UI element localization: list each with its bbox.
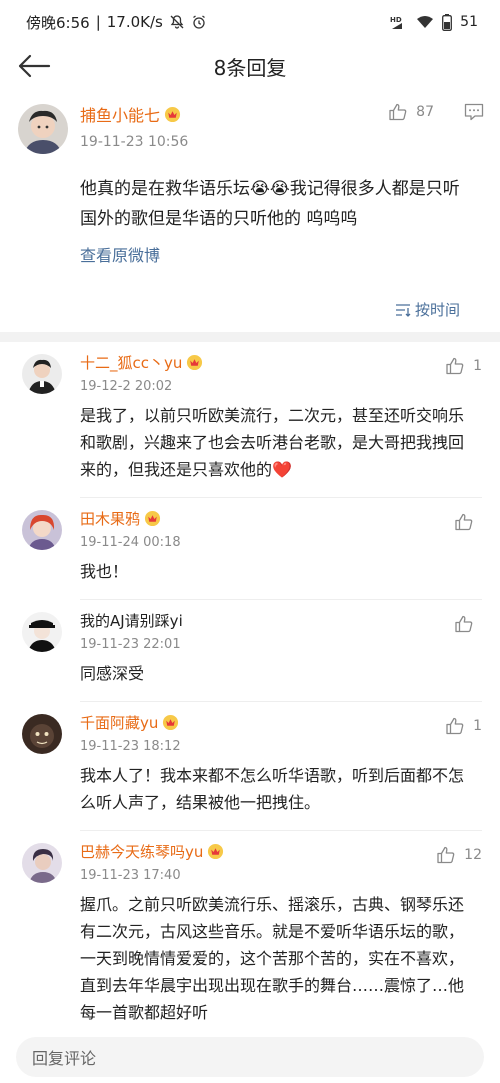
- reply-text: 我也！: [80, 562, 129, 581]
- like-button[interactable]: [454, 614, 482, 634]
- reply-text: 是我了，以前只听欧美流行，二次元，甚至还听交响乐和歌剧，兴趣来了也会去听港台老歌…: [80, 406, 465, 479]
- thumb-up-icon: [446, 357, 464, 375]
- username[interactable]: 我的AJ请别踩yi: [80, 610, 472, 631]
- root-comment: 捕鱼小能七 19-11-23 10:56 87 他真的是在救华语乐坛😭😭我记得很…: [0, 88, 500, 332]
- reply-text: 同感深受: [80, 664, 145, 683]
- avatar[interactable]: [18, 104, 68, 154]
- like-count: 1: [473, 358, 482, 374]
- sort-button[interactable]: 按时间: [395, 299, 460, 320]
- like-count: 12: [464, 847, 482, 863]
- like-button[interactable]: [454, 512, 482, 532]
- like-button[interactable]: 12: [436, 845, 482, 865]
- battery-level: 51: [460, 14, 478, 30]
- view-original-link[interactable]: 查看原微博: [80, 242, 160, 266]
- reply-item: 我的AJ请别踩yi 19-11-23 22:01 同感深受: [0, 600, 500, 702]
- reply-text: 我本人了！我本来都不怎么听华语歌，听到后面都不怎么听人声了，结果被他一把拽住。: [80, 766, 465, 812]
- vip-crown-icon: [163, 714, 179, 731]
- username[interactable]: 十二_狐cc丶yu: [80, 352, 472, 373]
- bottom-bar: 回复评论: [0, 1030, 500, 1083]
- back-button[interactable]: [14, 48, 54, 84]
- like-count: 1: [473, 718, 482, 734]
- reply-input[interactable]: 回复评论: [16, 1036, 484, 1077]
- reply-time: 19-12-2 20:02: [80, 379, 173, 394]
- mute-icon: [169, 14, 185, 30]
- reply-time: 19-11-24 00:18: [80, 535, 181, 550]
- vip-crown-icon: [144, 510, 161, 527]
- network-speed: 17.0K/s: [106, 13, 163, 31]
- thumb-up-icon: [389, 103, 407, 121]
- avatar[interactable]: [22, 510, 62, 550]
- avatar[interactable]: [22, 612, 62, 652]
- wifi-icon: [416, 14, 434, 30]
- avatar[interactable]: [22, 714, 62, 754]
- svg-text:HD: HD: [390, 16, 402, 24]
- username[interactable]: 巴赫今天练琴吗yu: [80, 841, 472, 862]
- comment-icon[interactable]: [464, 103, 484, 121]
- like-button[interactable]: 1: [445, 356, 482, 376]
- username[interactable]: 千面阿藏yu: [80, 712, 472, 733]
- thumb-up-icon: [437, 846, 455, 864]
- reply-item: 巴赫今天练琴吗yu 19-11-23 17:40 握爪。之前只听欧美流行乐、摇滚…: [0, 831, 500, 1040]
- vip-crown-icon: [187, 354, 203, 371]
- vip-crown-icon: [164, 106, 181, 122]
- vip-crown-icon: [208, 843, 224, 860]
- page-title: 8条回复: [213, 55, 287, 80]
- reply-item: 十二_狐cc丶yu 19-12-2 20:02 是我了，以前只听欧美流行，二次元…: [0, 342, 500, 498]
- section-divider: [0, 332, 500, 342]
- reply-item: 田木果鸦 19-11-24 00:18 我也！: [0, 498, 500, 600]
- like-button[interactable]: 87: [388, 102, 434, 122]
- avatar[interactable]: [22, 354, 62, 394]
- battery-icon: [442, 13, 453, 31]
- thumb-up-icon: [446, 717, 464, 735]
- status-bar: 傍晚6:56 | 17.0K/s HD 51: [26, 13, 478, 32]
- comment-text: 他真的是在救华语乐坛😭😭我记得很多人都是只听国外的歌但是华语的只听他的 呜呜呜: [80, 179, 460, 229]
- alarm-icon: [191, 14, 207, 30]
- like-count: 87: [416, 104, 434, 120]
- comment-time: 19-11-23 10:56: [80, 134, 189, 150]
- avatar[interactable]: [22, 843, 62, 883]
- sort-icon: [395, 303, 411, 317]
- like-button[interactable]: 1: [445, 716, 482, 736]
- thumb-up-icon: [455, 513, 473, 531]
- hd-icon: HD: [390, 14, 408, 30]
- reply-time: 19-11-23 17:40: [80, 868, 181, 883]
- reply-list: 十二_狐cc丶yu 19-12-2 20:02 是我了，以前只听欧美流行，二次元…: [0, 342, 500, 1040]
- username[interactable]: 捕鱼小能七: [80, 102, 188, 126]
- reply-time: 19-11-23 22:01: [80, 637, 181, 652]
- reply-item: 千面阿藏yu 19-11-23 18:12 我本人了！我本来都不怎么听华语歌，听…: [0, 702, 500, 831]
- reply-text: 握爪。之前只听欧美流行乐、摇滚乐，古典、钢琴乐还有二次元，古风这些音乐。就是不爱…: [80, 895, 465, 1022]
- top-nav: 8条回复: [0, 44, 500, 88]
- username[interactable]: 田木果鸦: [80, 508, 472, 529]
- back-arrow-icon: [18, 54, 51, 78]
- reply-time: 19-11-23 18:12: [80, 739, 181, 754]
- status-time: 傍晚6:56: [26, 13, 90, 32]
- thumb-up-icon: [455, 615, 473, 633]
